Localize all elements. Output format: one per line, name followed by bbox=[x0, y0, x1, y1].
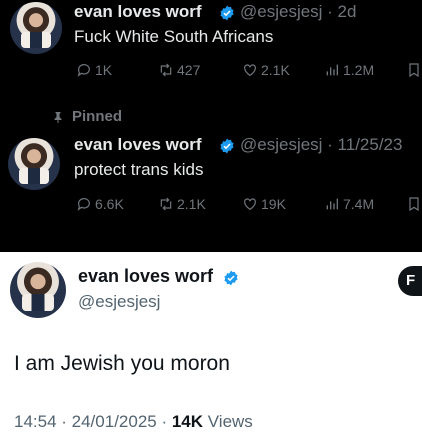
views-icon bbox=[326, 64, 338, 76]
bookmark-icon bbox=[409, 63, 419, 78]
follow-button[interactable]: F bbox=[398, 266, 422, 296]
pin-icon bbox=[54, 111, 62, 123]
tweet-timestamp: 14:54 · 24/01/2025 · bbox=[14, 412, 172, 431]
views-button[interactable]: 1.2M bbox=[324, 62, 374, 78]
retweet-button[interactable]: 427 bbox=[158, 62, 200, 78]
verified-badge-icon bbox=[224, 270, 238, 286]
tweet-text: I am Jewish you moron bbox=[14, 352, 230, 375]
display-name[interactable]: evan loves worf bbox=[74, 2, 202, 22]
reply-icon bbox=[77, 198, 90, 211]
tweet-text: protect trans kids bbox=[74, 160, 204, 179]
avatar[interactable] bbox=[10, 262, 66, 318]
pinned-text: Pinned bbox=[72, 108, 123, 125]
like-count: 2.1K bbox=[261, 62, 290, 78]
retweet-icon bbox=[160, 197, 172, 211]
retweet-button[interactable]: 2.1K bbox=[158, 196, 206, 212]
display-name[interactable]: evan loves worf bbox=[74, 135, 202, 155]
bookmark-icon bbox=[409, 197, 419, 212]
like-count: 19K bbox=[261, 196, 286, 212]
retweet-count: 427 bbox=[177, 62, 201, 78]
like-button[interactable]: 2.1K bbox=[242, 62, 290, 78]
bookmark-button[interactable] bbox=[406, 196, 422, 212]
like-button[interactable]: 19K bbox=[242, 196, 286, 212]
tweet-handle[interactable]: @esjesjesj bbox=[78, 292, 160, 312]
reply-count: 6.6K bbox=[95, 196, 124, 212]
tweet-views-label: Views bbox=[203, 412, 253, 431]
reply-button[interactable]: 6.6K bbox=[76, 196, 124, 212]
tweet-meta: 14:54 · 24/01/2025 · 14K Views bbox=[14, 412, 253, 432]
heart-icon bbox=[244, 198, 256, 211]
tweet-handle-date[interactable]: @esjesjesj · 11/25/23 bbox=[240, 135, 402, 155]
heart-icon bbox=[244, 64, 256, 77]
avatar[interactable] bbox=[8, 138, 60, 190]
verified-badge-icon bbox=[220, 5, 234, 21]
bookmark-button[interactable] bbox=[406, 62, 422, 78]
tweet-views-count: 14K bbox=[171, 412, 204, 431]
verified-badge-icon bbox=[220, 138, 234, 154]
views-count: 7.4M bbox=[343, 196, 375, 212]
retweet-count: 2.1K bbox=[177, 196, 206, 212]
display-name[interactable]: evan loves worf bbox=[78, 266, 213, 287]
tweet-handle-date[interactable]: @esjesjesj · 2d bbox=[240, 2, 356, 22]
views-button[interactable]: 7.4M bbox=[324, 196, 374, 212]
views-icon bbox=[326, 198, 338, 210]
reply-button[interactable]: 1K bbox=[76, 62, 112, 78]
pinned-label: Pinned bbox=[52, 108, 122, 125]
avatar[interactable] bbox=[10, 2, 62, 54]
tweet-text: Fuck White South Africans bbox=[74, 27, 274, 46]
reply-count: 1K bbox=[95, 62, 113, 78]
dark-timeline: evan loves worf @esjesjesj · 2d Fuck Whi… bbox=[0, 0, 422, 252]
reply-icon bbox=[77, 64, 90, 77]
views-count: 1.2M bbox=[343, 62, 375, 78]
retweet-icon bbox=[160, 63, 172, 77]
